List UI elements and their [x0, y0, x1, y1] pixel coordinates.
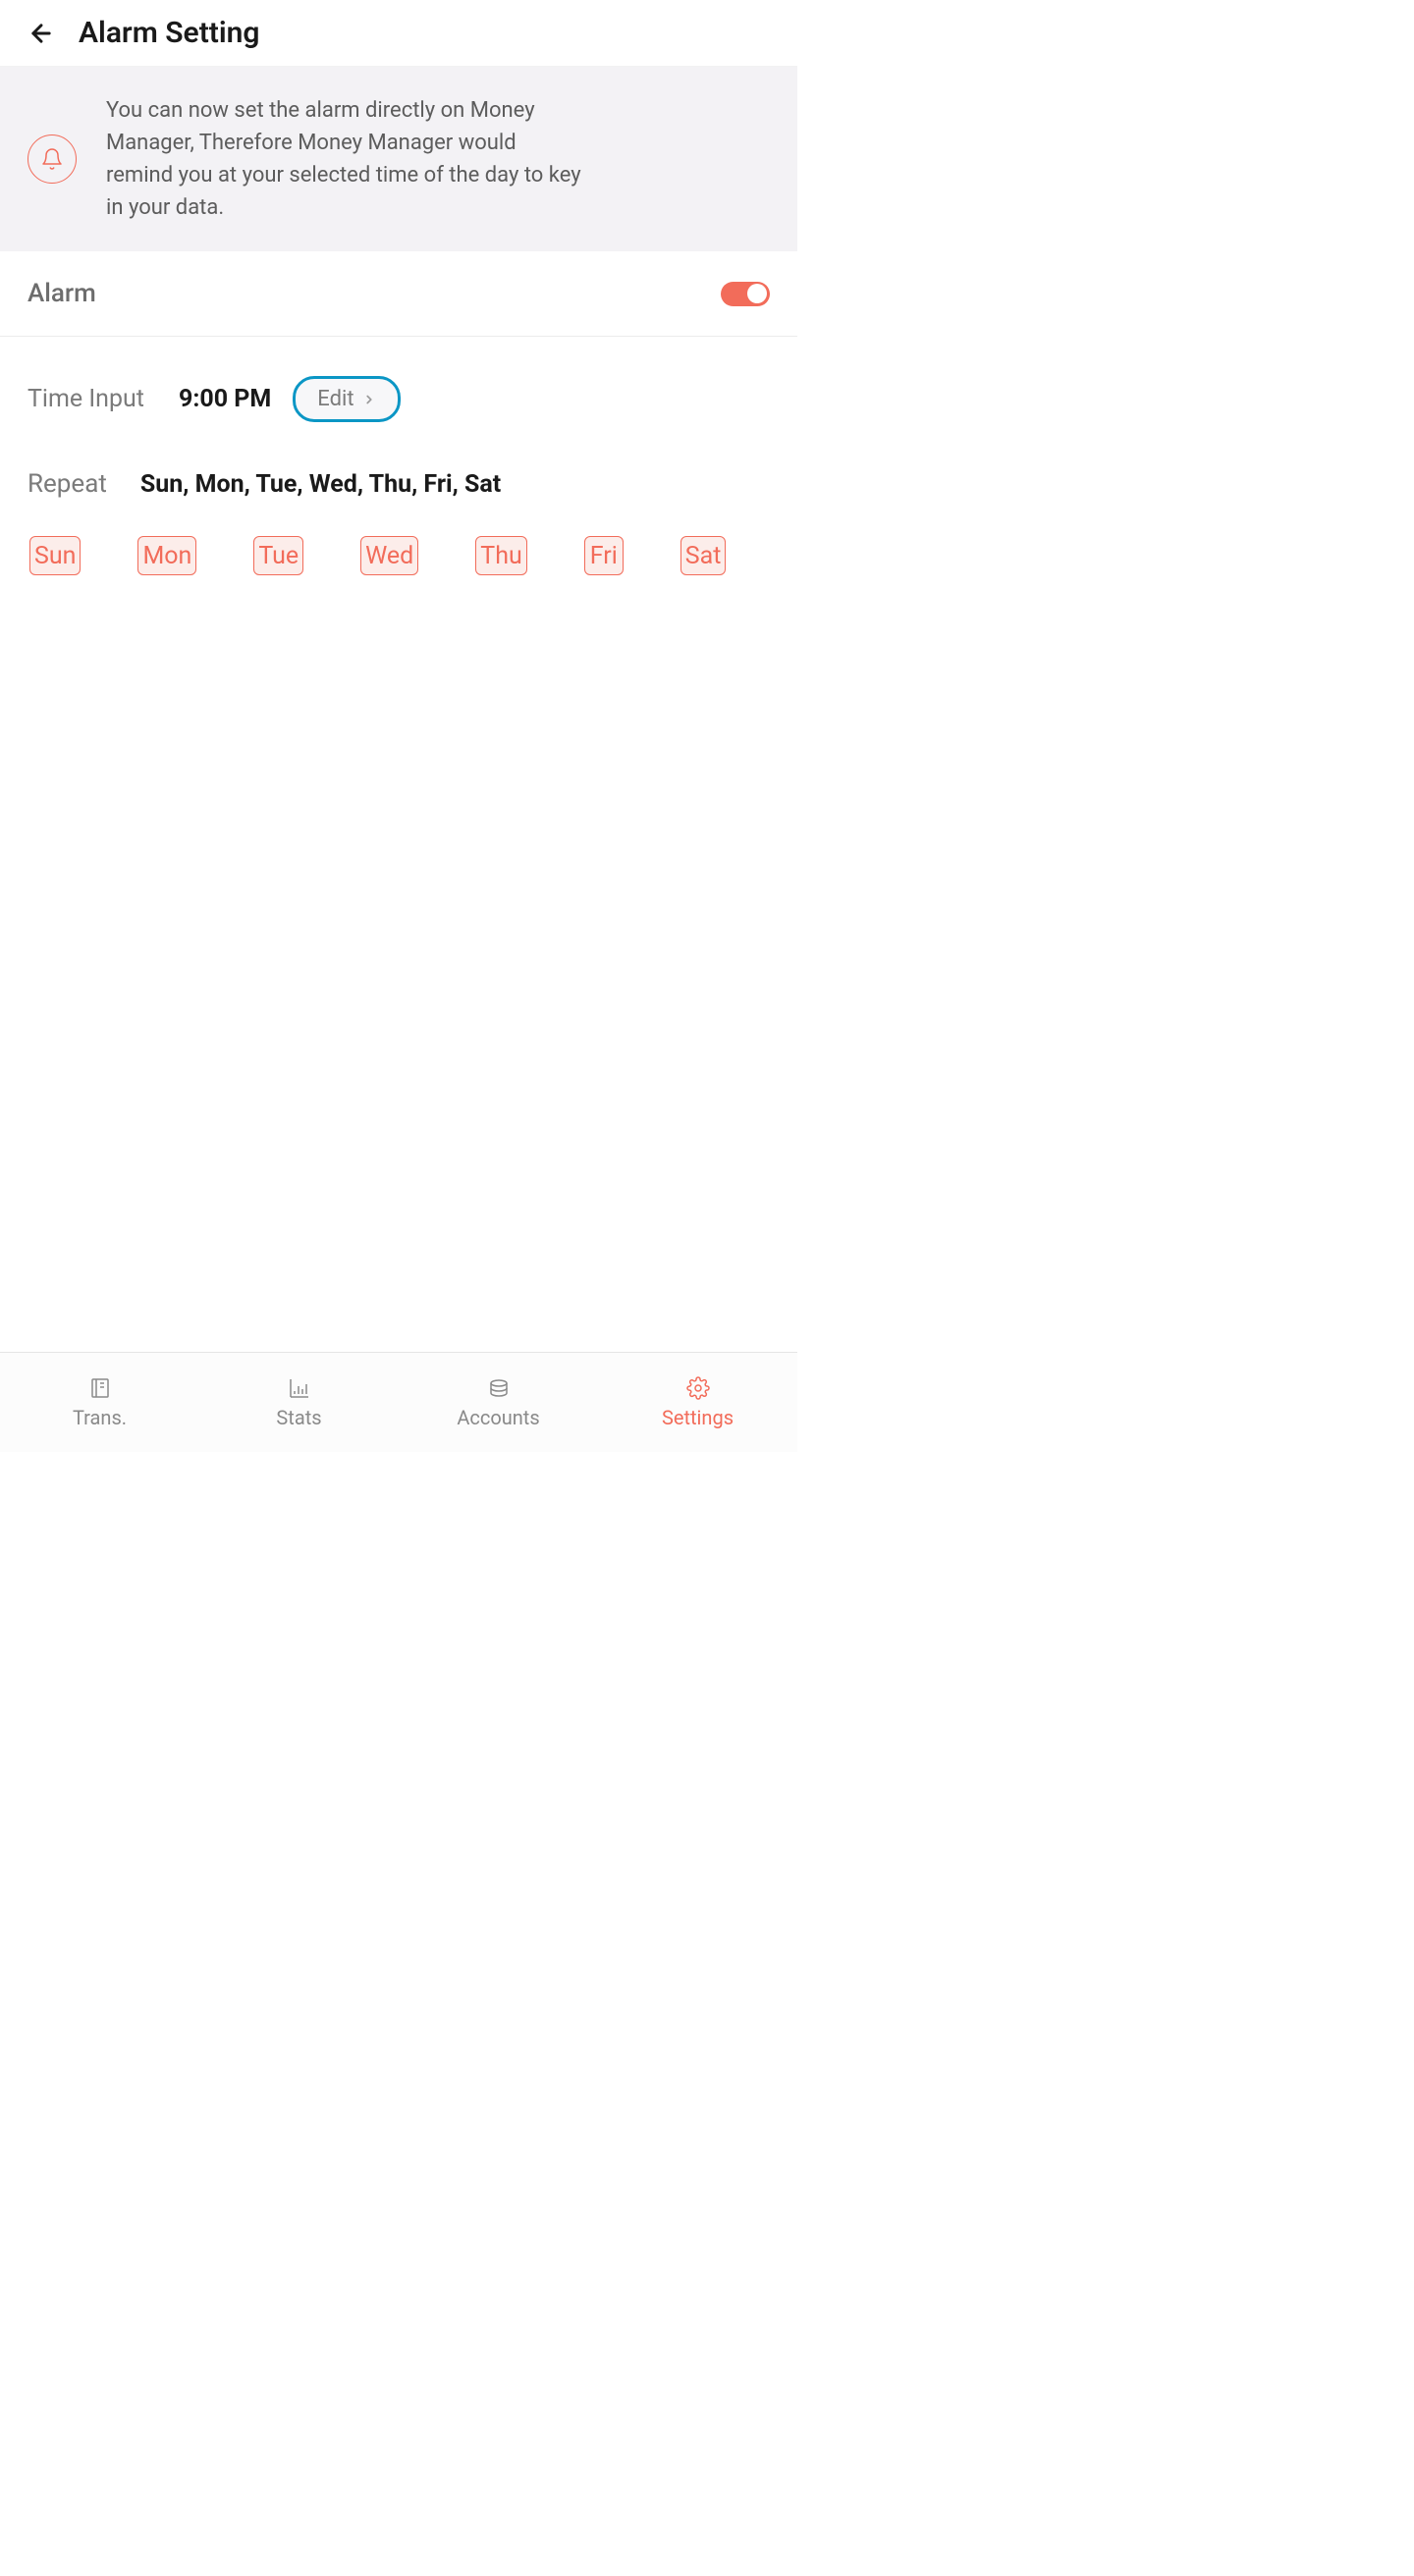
- day-button-fri[interactable]: Fri: [584, 536, 624, 575]
- nav-stats[interactable]: Stats: [199, 1353, 399, 1452]
- day-button-tue[interactable]: Tue: [253, 536, 303, 575]
- time-input-label: Time Input: [27, 385, 165, 413]
- repeat-value: Sun, Mon, Tue, Wed, Thu, Fri, Sat: [140, 470, 501, 499]
- chart-icon: [288, 1376, 311, 1400]
- alarm-toggle-row: Alarm: [0, 251, 797, 337]
- nav-stats-label: Stats: [276, 1406, 321, 1429]
- repeat-label: Repeat: [27, 469, 107, 499]
- nav-trans-label: Trans.: [73, 1406, 127, 1429]
- nav-accounts-label: Accounts: [457, 1406, 539, 1429]
- edit-button[interactable]: Edit: [293, 376, 400, 422]
- info-text: You can now set the alarm directly on Mo…: [106, 94, 587, 224]
- bell-icon: [40, 147, 64, 171]
- back-button[interactable]: [24, 16, 59, 51]
- day-button-thu[interactable]: Thu: [475, 536, 526, 575]
- time-input-value: 9:00 PM: [179, 385, 271, 413]
- book-icon: [88, 1376, 112, 1400]
- coins-icon: [487, 1376, 511, 1400]
- day-buttons-container: Sun Mon Tue Wed Thu Fri Sat: [0, 526, 797, 585]
- toggle-knob: [747, 284, 767, 303]
- repeat-row: Repeat Sun, Mon, Tue, Wed, Thu, Fri, Sat: [0, 442, 797, 526]
- bell-icon-circle: [27, 134, 77, 184]
- edit-label: Edit: [317, 387, 354, 411]
- day-button-sat[interactable]: Sat: [680, 536, 727, 575]
- nav-trans[interactable]: Trans.: [0, 1353, 199, 1452]
- nav-settings-label: Settings: [662, 1406, 734, 1429]
- back-arrow-icon: [27, 20, 55, 47]
- alarm-label: Alarm: [27, 279, 96, 308]
- day-button-wed[interactable]: Wed: [360, 536, 418, 575]
- nav-accounts[interactable]: Accounts: [399, 1353, 598, 1452]
- chevron-right-icon: [362, 393, 376, 406]
- bottom-nav: Trans. Stats Accounts Settings: [0, 1352, 797, 1452]
- alarm-toggle[interactable]: [721, 282, 770, 306]
- day-button-sun[interactable]: Sun: [29, 536, 81, 575]
- nav-settings[interactable]: Settings: [598, 1353, 797, 1452]
- app-header: Alarm Setting: [0, 0, 797, 67]
- page-title: Alarm Setting: [79, 16, 259, 50]
- info-banner: You can now set the alarm directly on Mo…: [0, 67, 797, 251]
- gear-icon: [686, 1376, 710, 1400]
- time-input-row: Time Input 9:00 PM Edit: [0, 337, 797, 442]
- day-button-mon[interactable]: Mon: [137, 536, 196, 575]
